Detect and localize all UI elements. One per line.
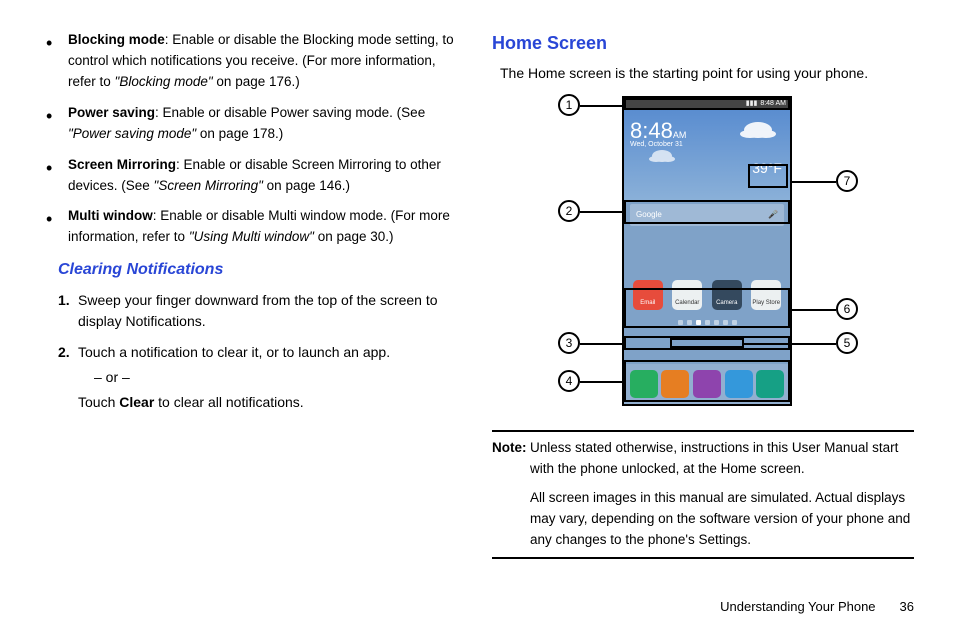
step-text-b: Touch Clear to clear all notifications.: [78, 392, 462, 413]
box-apps: [624, 288, 790, 328]
box-statusbar: [624, 98, 790, 110]
bullet-tail: on page 30.): [314, 229, 394, 244]
clock-date: Wed, October 31: [630, 140, 683, 151]
footer-page: 36: [900, 597, 914, 617]
bullet-term: Blocking mode: [68, 32, 165, 47]
page-footer: Understanding Your Phone 36: [720, 597, 914, 617]
step-number: 1.: [58, 290, 70, 311]
bullet-tail: on page 178.): [196, 126, 283, 141]
callout-5: 5: [836, 332, 858, 354]
callout-7: 7: [836, 170, 858, 192]
cloud-icon: [652, 150, 672, 162]
callout-line: [580, 105, 624, 107]
bullet-ref: "Power saving mode": [68, 126, 196, 141]
phone-spacer: [624, 230, 790, 276]
footer-section: Understanding Your Phone: [720, 597, 875, 617]
step-2: 2. Touch a notification to clear it, or …: [78, 342, 462, 413]
bullet-power-saving: Power saving: Enable or disable Power sa…: [58, 103, 462, 145]
or-text: – or –: [94, 367, 462, 388]
feature-bullets: Blocking mode: Enable or disable the Blo…: [40, 30, 462, 248]
step-1: 1. Sweep your finger downward from the t…: [78, 290, 462, 332]
bullet-tail: on page 176.): [213, 74, 300, 89]
step-number: 2.: [58, 342, 70, 363]
bullet-tail: on page 146.): [263, 178, 350, 193]
bullet-term: Screen Mirroring: [68, 157, 176, 172]
callout-line: [790, 181, 836, 183]
callout-line: [580, 211, 624, 213]
step-text-post: to clear all notifications.: [154, 394, 303, 410]
bullet-screen-mirroring: Screen Mirroring: Enable or disable Scre…: [58, 155, 462, 197]
note-block: Note: Unless stated otherwise, instructi…: [492, 438, 914, 551]
phone-diagram: ▮▮▮ 8:48 AM 8:48AM Wed, October 31 39°F …: [492, 92, 914, 422]
left-column: Blocking mode: Enable or disable the Blo…: [40, 30, 462, 570]
callout-3: 3: [558, 332, 580, 354]
note-label: Note:: [492, 438, 527, 459]
bullet-term: Power saving: [68, 105, 155, 120]
divider: [492, 557, 914, 559]
step-text-pre: Touch: [78, 394, 119, 410]
divider: [492, 430, 914, 432]
step-text: Touch a notification to clear it, or to …: [78, 344, 390, 360]
bullet-desc: : Enable or disable Power saving mode. (…: [155, 105, 425, 120]
bullet-ref: "Blocking mode": [115, 74, 213, 89]
note-text-2: All screen images in this manual are sim…: [530, 488, 914, 551]
steps-list: 1. Sweep your finger downward from the t…: [40, 290, 462, 413]
note-text-1: Unless stated otherwise, instructions in…: [530, 440, 898, 476]
cloud-icon: [744, 122, 772, 138]
box-page-dots: [670, 338, 744, 348]
callout-4: 4: [558, 370, 580, 392]
clear-label: Clear: [119, 394, 154, 410]
callout-line: [580, 381, 624, 383]
box-search: [624, 200, 790, 224]
callout-line: [792, 309, 836, 311]
home-screen-heading: Home Screen: [492, 30, 914, 57]
home-screen-intro: The Home screen is the starting point fo…: [500, 63, 914, 84]
callout-6: 6: [836, 298, 858, 320]
bullet-ref: "Screen Mirroring": [154, 178, 263, 193]
clearing-notifications-heading: Clearing Notifications: [58, 258, 462, 282]
callout-1: 1: [558, 94, 580, 116]
callout-line: [580, 343, 624, 345]
bullet-ref: "Using Multi window": [189, 229, 314, 244]
callout-2: 2: [558, 200, 580, 222]
bullet-blocking-mode: Blocking mode: Enable or disable the Blo…: [58, 30, 462, 93]
step-text: Sweep your finger downward from the top …: [78, 292, 438, 329]
box-dock: [624, 360, 790, 402]
bullet-multi-window: Multi window: Enable or disable Multi wi…: [58, 206, 462, 248]
bullet-term: Multi window: [68, 208, 153, 223]
box-weather: [748, 164, 788, 188]
right-column: Home Screen The Home screen is the start…: [492, 30, 914, 570]
